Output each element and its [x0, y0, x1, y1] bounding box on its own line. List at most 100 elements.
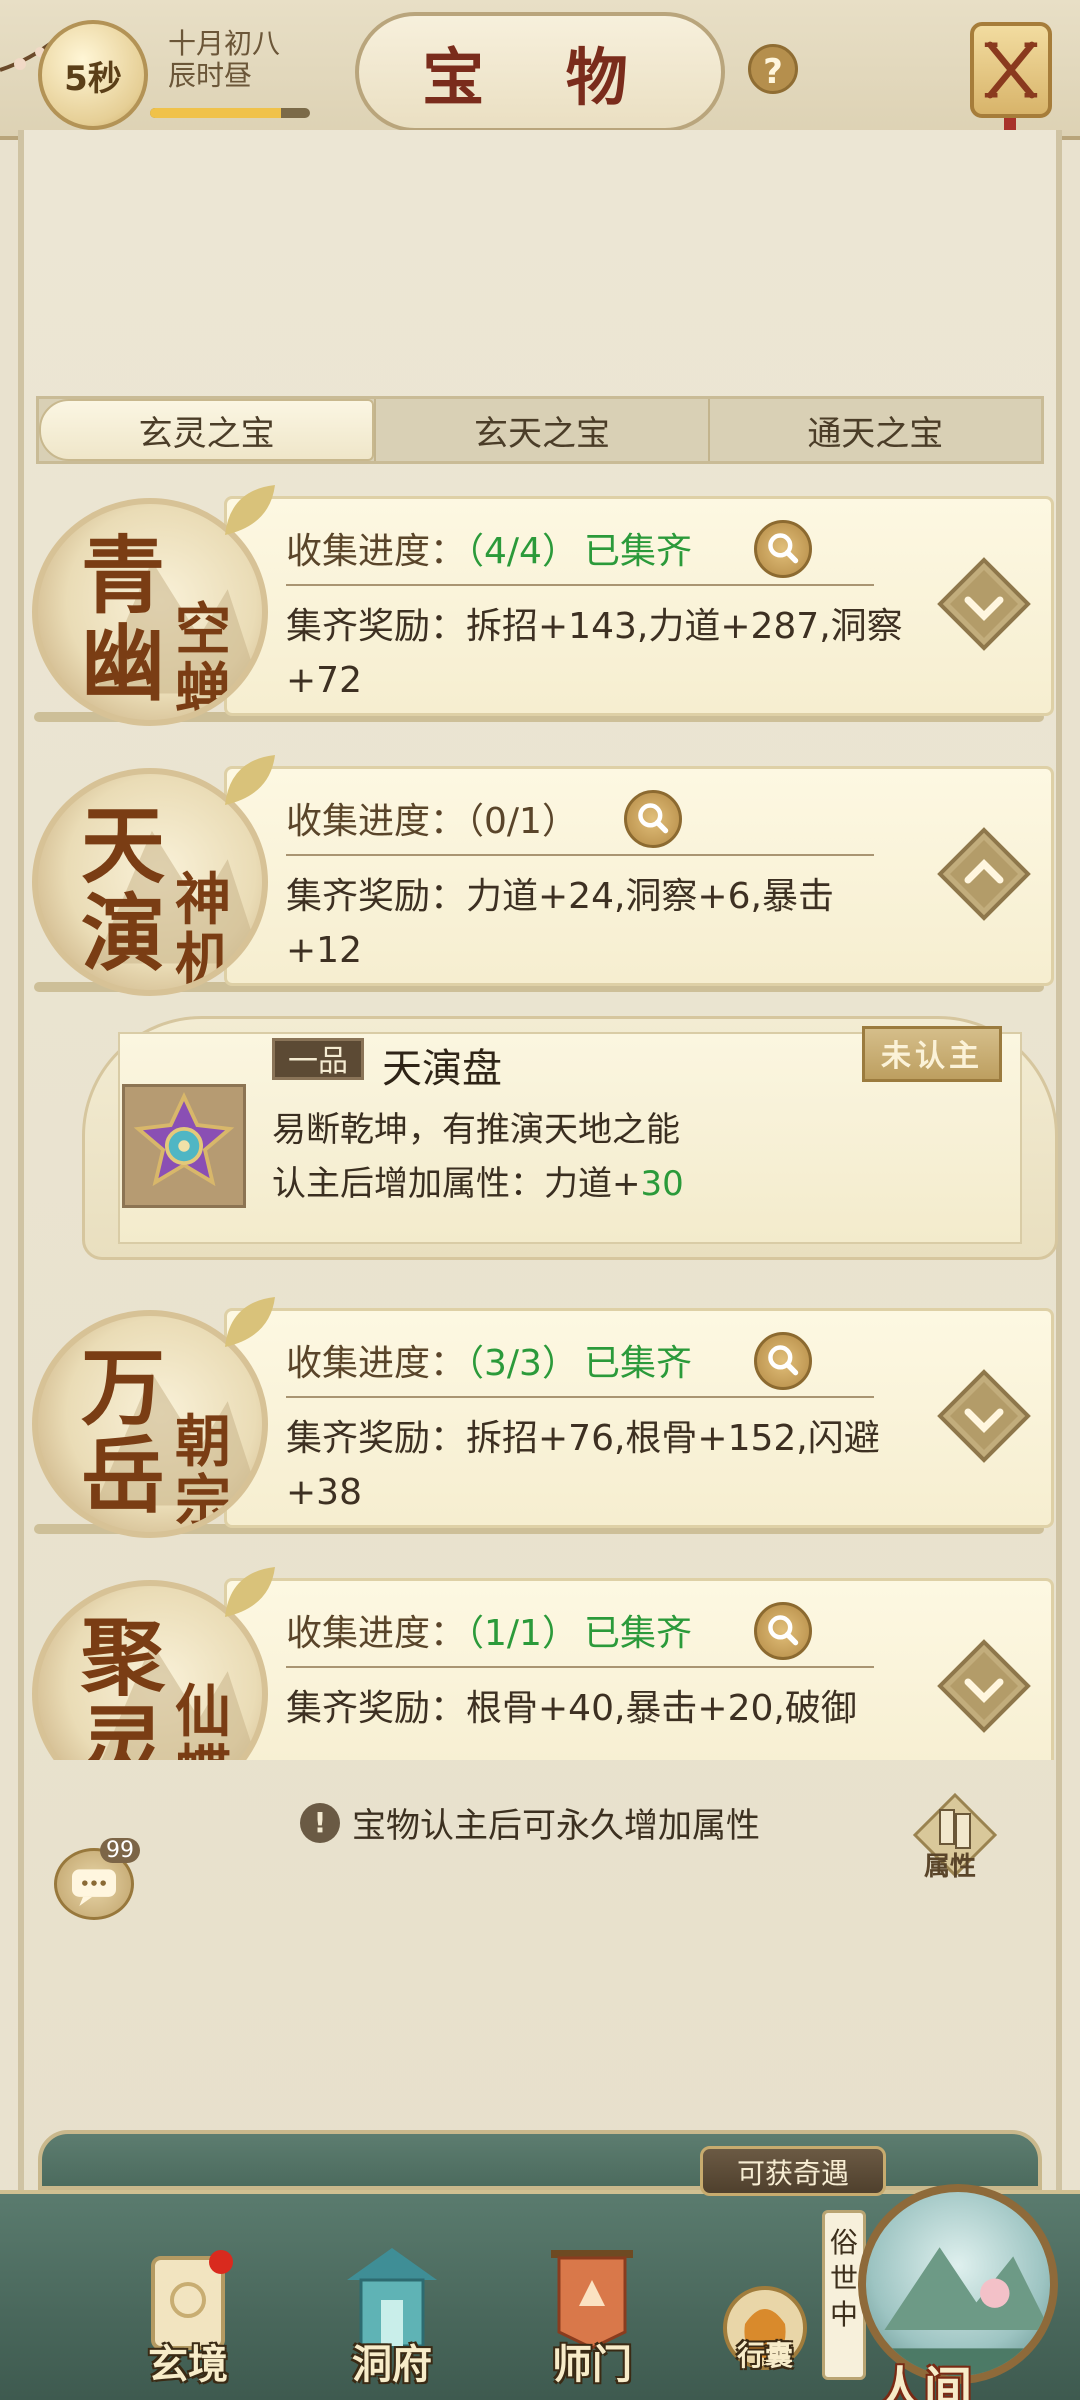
complete-badge: 已集齐 [583, 1613, 692, 1654]
progress-label: 收集进度： [286, 1613, 467, 1654]
lunar-date: 十月初八 [168, 27, 281, 60]
divider [286, 584, 874, 586]
tab-tongtian[interactable]: 通天之宝 [707, 399, 1041, 461]
completion-reward: 集齐奖励：拆招+143,力道+287,洞察+72 [286, 600, 906, 708]
chevron-down-icon [937, 1639, 1031, 1733]
complete-badge: 已集齐 [583, 1343, 692, 1384]
collapse-button[interactable] [936, 826, 1032, 922]
progress-count: （0/1） [466, 801, 578, 842]
set-name-small: 空蝉 [175, 597, 231, 723]
collection-progress: 收集进度：（0/1） [286, 792, 578, 844]
lunar-time: 辰时昼 [168, 59, 253, 92]
divider [286, 854, 874, 856]
tab-xuantian[interactable]: 玄天之宝 [374, 399, 707, 461]
divider [286, 1666, 874, 1668]
magnifier-icon [768, 1615, 799, 1646]
bottom-navigation: 玄境 洞府 师门 行囊 可获奇遇 俗世中 人间 [0, 2130, 1080, 2400]
star-disc-icon [133, 1092, 235, 1187]
info-icon: ! [300, 1802, 340, 1843]
chevron-up-icon [937, 827, 1031, 921]
hint-text: ! 宝物认主后可永久增加属性 [300, 1798, 760, 1847]
leaf-icon [225, 485, 275, 535]
progress-label: 收集进度： [286, 1343, 467, 1384]
item-name: 天演盘 [382, 1046, 502, 1092]
collection-progress: 收集进度：（3/3） 已集齐 [286, 1334, 692, 1386]
set-name-small: 朝宗 [175, 1409, 231, 1535]
bind-status-button[interactable]: 未认主 [862, 1026, 1002, 1082]
grade-badge: 一品 [272, 1038, 364, 1080]
treasure-tabs: 玄灵之宝 玄天之宝 通天之宝 [36, 396, 1044, 464]
close-icon [984, 41, 1038, 99]
chat-unread-badge: 99 [100, 1838, 140, 1863]
leaf-icon [225, 1297, 275, 1347]
nav-label: 行囊 [736, 2339, 793, 2372]
leaf-icon [225, 755, 275, 805]
mountain-pavilion-icon [866, 2247, 1050, 2376]
world-label: 人间 [876, 2362, 973, 2400]
magnifier-icon [768, 533, 799, 564]
nav-label: 洞府 [352, 2341, 432, 2388]
top-bar: 5秒 十月初八 辰时昼 宝 物 ? [0, 0, 1080, 152]
progress-count: （1/1） [466, 1613, 578, 1654]
set-name-big: 青幽 [80, 526, 165, 713]
completion-reward: 集齐奖励：拆招+76,根骨+152,闪避+38 [286, 1412, 906, 1520]
day-progress-fill [150, 108, 282, 118]
progress-count: （3/3） [466, 1343, 578, 1384]
magnifier-icon [638, 803, 669, 834]
countdown-timer: 5秒 [38, 20, 148, 130]
completion-reward: 集齐奖励：根骨+40,暴击+20,破御 [286, 1682, 906, 1736]
nav-label: 师门 [552, 2341, 632, 2388]
view-details-button[interactable] [754, 1602, 812, 1660]
leaf-icon [225, 1567, 275, 1617]
treasure-set-card: 青幽 空蝉 收集进度：（4/4） 已集齐 集齐奖励：拆招+143,力道+287,洞… [24, 480, 1058, 730]
item-thumbnail[interactable] [122, 1084, 246, 1208]
complete-badge: 已集齐 [583, 531, 692, 572]
view-details-button[interactable] [624, 790, 682, 848]
collection-progress: 收集进度：（1/1） 已集齐 [286, 1604, 692, 1656]
nav-banner [38, 2130, 1042, 2190]
chevron-down-icon [937, 1369, 1031, 1463]
view-details-button[interactable] [754, 520, 812, 578]
progress-label: 收集进度： [286, 801, 467, 842]
nav-dongfu[interactable]: 洞府 [322, 2240, 462, 2390]
set-name-big: 聚灵 [80, 1608, 165, 1761]
item-attribute: 认主后增加属性：力道+30 [272, 1156, 684, 1205]
treasure-set-card: 天演 神机 收集进度：（0/1） 集齐奖励：力道+24,洞察+6,暴击+12 [24, 750, 1058, 1000]
nav-label: 玄境 [148, 2341, 228, 2388]
expand-button[interactable] [936, 1638, 1032, 1734]
close-button[interactable] [970, 22, 1052, 118]
expand-button[interactable] [936, 556, 1032, 652]
treasure-set-card: 聚灵 仙蝶 收集进度：（1/1）已集齐 集齐奖励：根骨+40,暴击+20,破御 [24, 1562, 1058, 1760]
progress-label: 收集进度： [286, 531, 467, 572]
treasure-item-detail: 一品 天演盘 未认主 易断乾坤，有推演天地之能 认主后增加属性：力道+30 [82, 1016, 1058, 1260]
item-description: 易断乾坤，有推演天地之能 [272, 1110, 680, 1150]
set-name-big: 万岳 [80, 1338, 165, 1525]
reward-value: 根骨+40,暴击+20,破御 [466, 1688, 857, 1729]
reward-label: 集齐奖励： [286, 1418, 467, 1459]
set-name-small: 神机 [175, 867, 231, 993]
day-progress-bar [150, 108, 310, 118]
attribute-label: 认主后增加属性：力道+ [272, 1164, 641, 1204]
reward-label: 集齐奖励： [286, 1688, 467, 1729]
magnifier-icon [768, 1345, 799, 1376]
help-button[interactable]: ? [748, 44, 798, 94]
adventure-badge[interactable]: 可获奇遇 [700, 2146, 886, 2196]
chevron-down-icon [937, 557, 1031, 651]
attribute-value: 30 [640, 1164, 684, 1204]
nav-xingnang[interactable]: 行囊 [700, 2274, 830, 2374]
treasure-set-list[interactable]: 青幽 空蝉 收集进度：（4/4） 已集齐 集齐奖励：拆招+143,力道+287,洞… [24, 480, 1058, 1760]
nav-shimen[interactable]: 师门 [522, 2240, 662, 2390]
reward-label: 集齐奖励： [286, 876, 467, 917]
set-name-big: 天演 [80, 796, 165, 983]
set-name-small: 仙蝶 [175, 1679, 231, 1760]
hint-message: 宝物认主后可永久增加属性 [352, 1806, 760, 1846]
reward-label: 集齐奖励： [286, 606, 467, 647]
completion-reward: 集齐奖励：力道+24,洞察+6,暴击+12 [286, 870, 906, 978]
expand-button[interactable] [936, 1368, 1032, 1464]
lunar-calendar: 十月初八 辰时昼 [168, 28, 280, 92]
tab-xuanling[interactable]: 玄灵之宝 [39, 399, 375, 461]
nav-xuanjing[interactable]: 玄境 [118, 2240, 258, 2390]
page-title: 宝 物 [355, 12, 725, 132]
view-details-button[interactable] [754, 1332, 812, 1390]
collection-progress: 收集进度：（4/4） 已集齐 [286, 522, 692, 574]
